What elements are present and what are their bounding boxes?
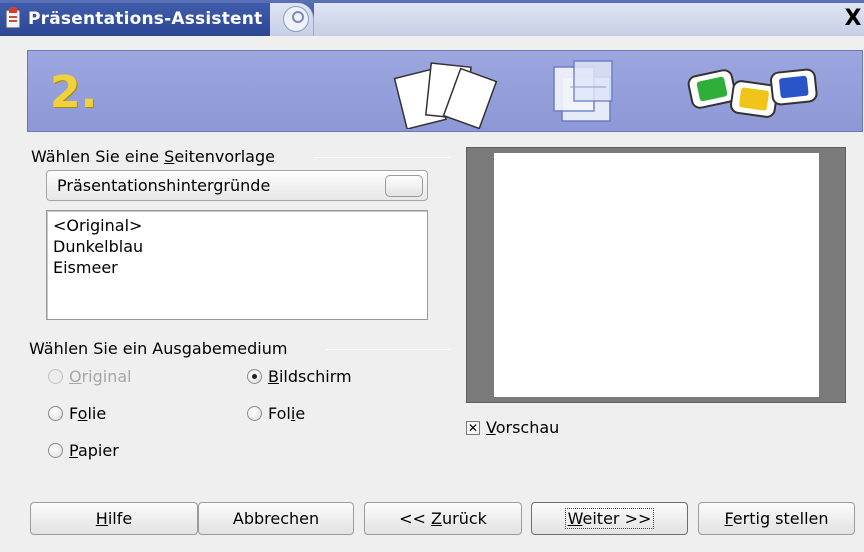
back-button-label: << Zurück <box>399 509 487 528</box>
template-listbox[interactable]: <Original> Dunkelblau Eismeer <box>46 210 428 320</box>
impress-document-icon[interactable] <box>6 7 20 28</box>
radio-original-label: Original <box>69 367 132 386</box>
preview-checkbox-label: Vorschau <box>486 418 560 437</box>
color-slides-illustration-icon <box>687 68 818 118</box>
page-template-divider <box>314 157 451 158</box>
list-item[interactable]: Eismeer <box>53 258 118 278</box>
page-template-heading: Wählen Sie eine Seitenvorlage <box>31 147 275 166</box>
radio-slide-label: Folie <box>268 404 306 423</box>
pages-illustration-icon <box>393 62 498 129</box>
radio-transparency[interactable]: Folie <box>48 404 106 423</box>
finish-button[interactable]: Fertig stellen <box>698 502 855 535</box>
radio-screen-label: Bildschirm <box>268 367 352 386</box>
preview-frame <box>466 147 846 403</box>
radio-paper[interactable]: Papier <box>48 441 119 460</box>
next-button[interactable]: Weiter >> <box>531 502 688 535</box>
preview-checkbox-box[interactable]: ✕ <box>466 420 480 435</box>
finish-button-label: Fertig stellen <box>724 509 829 528</box>
help-button-label: Hilfe <box>95 509 133 528</box>
radio-original-circle[interactable] <box>48 369 63 384</box>
radio-transparency-circle[interactable] <box>48 406 63 421</box>
wizard-banner: 2. <box>27 50 863 132</box>
window-title: Präsentations-Assistent <box>28 9 263 29</box>
radio-paper-label: Papier <box>69 441 119 460</box>
output-medium-heading: Wählen Sie ein Ausgabemedium <box>29 339 288 358</box>
help-button[interactable]: Hilfe <box>30 502 198 535</box>
list-item[interactable]: Dunkelblau <box>53 237 143 257</box>
close-icon[interactable]: X <box>842 6 864 32</box>
radio-paper-circle[interactable] <box>48 443 63 458</box>
window-titlebar[interactable]: Präsentations-Assistent X <box>0 0 864 36</box>
sticky-pin-icon[interactable] <box>283 6 309 32</box>
list-item[interactable]: <Original> <box>53 216 142 236</box>
radio-transparency-label: Folie <box>69 404 107 423</box>
titlebar-right-area <box>314 3 864 36</box>
radio-screen-circle[interactable] <box>247 369 262 384</box>
layered-slides-illustration-icon <box>553 60 613 122</box>
back-button[interactable]: << Zurück <box>364 502 522 535</box>
radio-original[interactable]: Original <box>48 367 132 386</box>
preview-page <box>494 153 819 397</box>
template-category-dropdown[interactable]: Präsentationshintergründe <box>46 170 428 201</box>
radio-slide[interactable]: Folie <box>247 404 305 423</box>
next-button-label: Weiter >> <box>564 508 655 529</box>
output-medium-divider <box>326 349 451 350</box>
step-number: 2. <box>50 67 98 118</box>
preview-checkbox[interactable]: ✕ Vorschau <box>466 418 559 437</box>
cancel-button[interactable]: Abbrechen <box>198 502 354 535</box>
radio-slide-circle[interactable] <box>247 406 262 421</box>
radio-screen[interactable]: Bildschirm <box>247 367 352 386</box>
template-category-value: Präsentationshintergründe <box>57 176 271 195</box>
dropdown-toggle-button[interactable] <box>385 175 423 197</box>
cancel-button-label: Abbrechen <box>232 509 320 528</box>
